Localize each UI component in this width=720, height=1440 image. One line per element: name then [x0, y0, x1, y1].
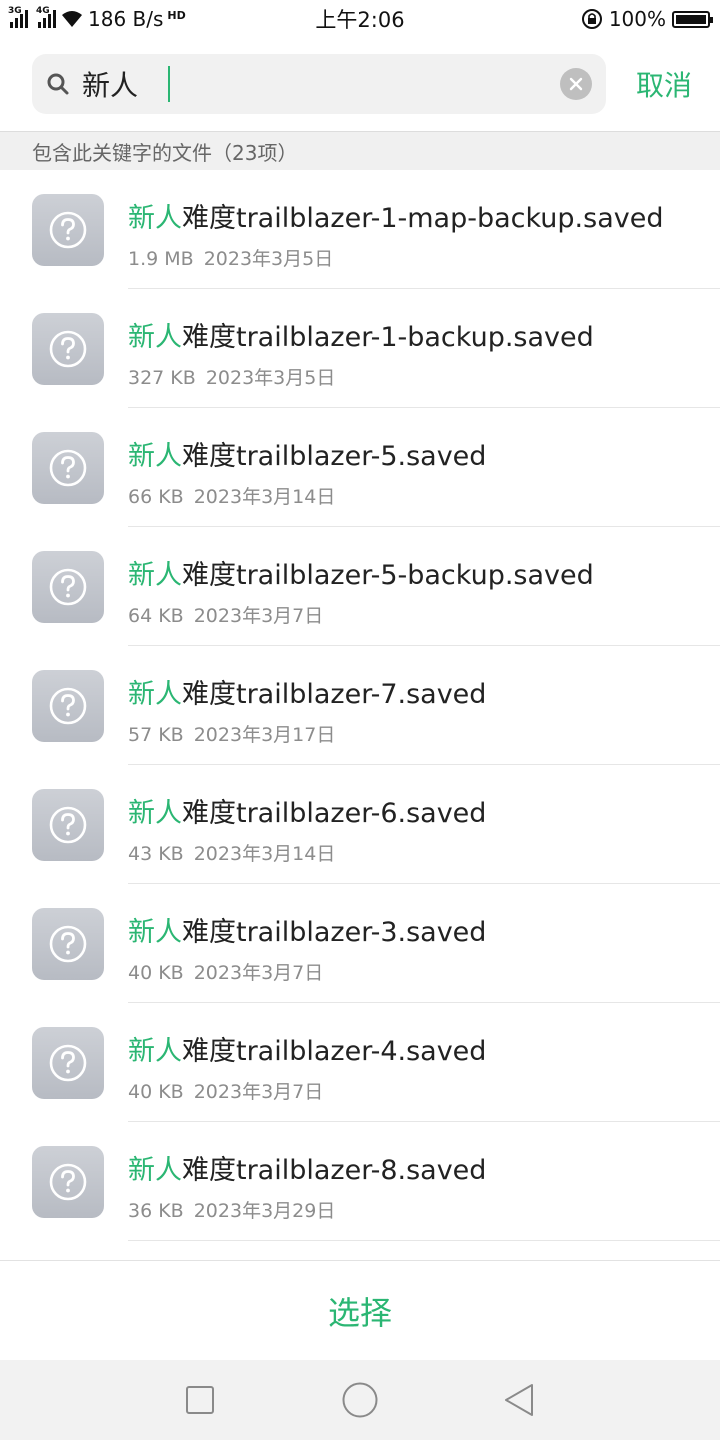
battery-icon	[672, 10, 713, 28]
file-list-item[interactable]: 新人难度trailblazer-1-map-backup.saved 1.9 M…	[0, 170, 720, 289]
file-name-highlight: 新人	[128, 441, 182, 472]
file-name: 新人难度trailblazer-5-backup.saved	[128, 553, 710, 592]
file-size: 1.9 MB	[128, 248, 194, 270]
home-button[interactable]	[340, 1380, 380, 1420]
back-triangle-icon	[505, 1384, 533, 1416]
file-size: 64 KB	[128, 605, 184, 627]
file-name-rest: 难度trailblazer-6.saved	[182, 798, 487, 829]
search-icon	[47, 73, 69, 95]
clear-search-button[interactable]	[560, 68, 592, 100]
results-header: 包含此关键字的文件（23项）	[0, 131, 720, 170]
file-name-rest: 难度trailblazer-3.saved	[182, 917, 487, 948]
unknown-file-icon	[32, 670, 104, 742]
file-name-rest: 难度trailblazer-8.saved	[182, 1155, 487, 1186]
file-name: 新人难度trailblazer-6.saved	[128, 791, 710, 830]
network-type-1: 3G	[8, 6, 22, 16]
cell-signal-icon: 3G	[8, 6, 28, 28]
file-name-highlight: 新人	[128, 917, 182, 948]
file-date: 2023年3月5日	[203, 248, 334, 270]
close-icon	[569, 77, 583, 91]
file-name: 新人难度trailblazer-1-backup.saved	[128, 315, 710, 354]
search-box[interactable]	[32, 54, 606, 114]
cancel-button[interactable]: 取消	[636, 64, 692, 104]
file-size: 66 KB	[128, 486, 184, 508]
unknown-file-icon	[32, 313, 104, 385]
bottom-action-bar: 选择	[0, 1260, 720, 1360]
navigation-bar	[0, 1360, 720, 1440]
file-name-rest: 难度trailblazer-7.saved	[182, 679, 487, 710]
file-list: 新人难度trailblazer-1-map-backup.saved 1.9 M…	[0, 170, 720, 1241]
file-list-item[interactable]: 新人难度trailblazer-1-backup.saved 327 KB 202…	[0, 289, 720, 408]
unknown-file-icon	[32, 1146, 104, 1218]
file-size: 43 KB	[128, 843, 184, 865]
unknown-file-icon	[32, 194, 104, 266]
network-speed: 186 B/s	[88, 7, 164, 31]
file-size: 40 KB	[128, 962, 184, 984]
file-name: 新人难度trailblazer-4.saved	[128, 1029, 710, 1068]
file-date: 2023年3月5日	[205, 367, 336, 389]
file-date: 2023年3月14日	[193, 486, 336, 508]
file-date: 2023年3月29日	[193, 1200, 336, 1222]
cell-signal-icon-2: 4G	[36, 6, 56, 28]
file-name-rest: 难度trailblazer-1-backup.saved	[182, 322, 594, 353]
file-size: 327 KB	[128, 367, 196, 389]
unknown-file-icon	[32, 908, 104, 980]
file-name-highlight: 新人	[128, 798, 182, 829]
file-size: 57 KB	[128, 724, 184, 746]
divider	[128, 1240, 720, 1241]
file-name-highlight: 新人	[128, 560, 182, 591]
status-bar: 3G 4G 186 B/s HD 上午2:06 100%	[0, 0, 720, 38]
file-date: 2023年3月14日	[193, 843, 336, 865]
file-date: 2023年3月7日	[193, 605, 324, 627]
file-name-rest: 难度trailblazer-5-backup.saved	[182, 560, 594, 591]
unknown-file-icon	[32, 551, 104, 623]
file-list-item[interactable]: 新人难度trailblazer-8.saved 36 KB 2023年3月29日	[0, 1122, 720, 1241]
clock: 上午2:06	[315, 8, 405, 32]
file-name-rest: 难度trailblazer-4.saved	[182, 1036, 487, 1067]
file-name-highlight: 新人	[128, 203, 182, 234]
back-button[interactable]	[500, 1380, 540, 1420]
file-list-item[interactable]: 新人难度trailblazer-7.saved 57 KB 2023年3月17日	[0, 646, 720, 765]
recents-button[interactable]	[180, 1380, 220, 1420]
network-type-2: 4G	[36, 6, 50, 16]
file-name-highlight: 新人	[128, 1155, 182, 1186]
unknown-file-icon	[32, 432, 104, 504]
unknown-file-icon	[32, 1027, 104, 1099]
wifi-icon	[62, 11, 82, 27]
file-name-highlight: 新人	[128, 322, 182, 353]
select-button[interactable]: 选择	[328, 1288, 392, 1334]
file-list-item[interactable]: 新人难度trailblazer-3.saved 40 KB 2023年3月7日	[0, 884, 720, 1003]
text-cursor	[168, 66, 170, 102]
file-name-rest: 难度trailblazer-1-map-backup.saved	[182, 203, 664, 234]
file-size: 36 KB	[128, 1200, 184, 1222]
home-circle-icon	[342, 1382, 378, 1418]
file-name: 新人难度trailblazer-5.saved	[128, 434, 710, 473]
file-date: 2023年3月7日	[193, 1081, 324, 1103]
unknown-file-icon	[32, 789, 104, 861]
hd-call-icon: HD	[167, 8, 186, 22]
rotation-lock-icon	[581, 9, 602, 29]
file-name: 新人难度trailblazer-8.saved	[128, 1148, 710, 1187]
search-input[interactable]	[82, 67, 560, 101]
battery-percent: 100%	[608, 7, 666, 31]
file-name: 新人难度trailblazer-1-map-backup.saved	[128, 196, 710, 235]
file-size: 40 KB	[128, 1081, 184, 1103]
file-list-item[interactable]: 新人难度trailblazer-5-backup.saved 64 KB 2023…	[0, 527, 720, 646]
file-name-highlight: 新人	[128, 679, 182, 710]
file-list-item[interactable]: 新人难度trailblazer-4.saved 40 KB 2023年3月7日	[0, 1003, 720, 1122]
file-name-highlight: 新人	[128, 1036, 182, 1067]
file-name: 新人难度trailblazer-3.saved	[128, 910, 710, 949]
search-row: 取消	[32, 54, 702, 114]
file-list-item[interactable]: 新人难度trailblazer-5.saved 66 KB 2023年3月14日	[0, 408, 720, 527]
file-list-item[interactable]: 新人难度trailblazer-6.saved 43 KB 2023年3月14日	[0, 765, 720, 884]
file-date: 2023年3月17日	[193, 724, 336, 746]
file-date: 2023年3月7日	[193, 962, 324, 984]
file-name-rest: 难度trailblazer-5.saved	[182, 441, 487, 472]
file-name: 新人难度trailblazer-7.saved	[128, 672, 710, 711]
recents-square-icon	[186, 1386, 214, 1414]
